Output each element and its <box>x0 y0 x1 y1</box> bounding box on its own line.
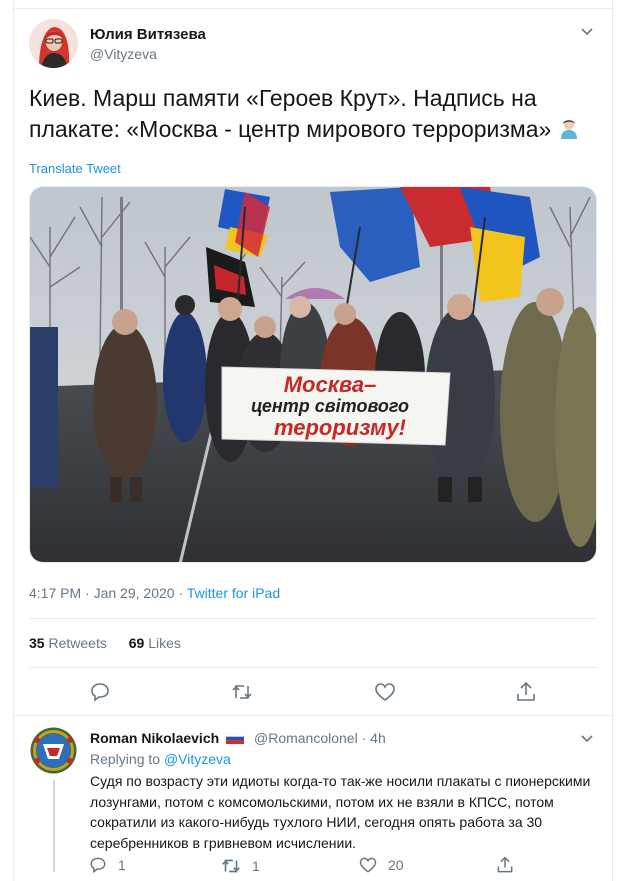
reply-text: Судя по возрасту эти идиоты когда-то так… <box>90 773 591 851</box>
meta-separator: · <box>178 585 184 601</box>
reply-retweet-button[interactable]: 1 <box>220 855 260 877</box>
retweets-stat[interactable]: 35 Retweets <box>29 635 107 651</box>
replying-mention-link[interactable]: @Vityzeva <box>164 751 231 767</box>
tweet-photo[interactable]: Москва– центр світового тероризму! <box>29 186 597 563</box>
reply-author[interactable]: Roman Nikolaevich <box>90 730 245 746</box>
tweet-date[interactable]: Jan 29, 2020 <box>94 585 175 601</box>
reply-icon <box>90 857 106 874</box>
reply-retweet-count: 1 <box>252 858 260 874</box>
tweet-text: Киев. Марш памяти «Героев Крут». Надпись… <box>29 83 599 147</box>
like-icon <box>359 857 377 873</box>
frame-right-border <box>612 0 613 881</box>
share-icon <box>497 856 513 873</box>
banner-line-3: тероризму! <box>274 415 406 440</box>
chevron-down-icon[interactable] <box>578 22 596 40</box>
person-facepalming-emoji-icon <box>558 120 580 142</box>
reply-reply-count: 1 <box>118 857 126 873</box>
reply-handle-row: @Romancolonel · 4h <box>254 730 386 746</box>
reply-like-count: 20 <box>388 857 404 873</box>
reply-reply-button[interactable]: 1 <box>88 855 126 875</box>
replying-to: Replying to @Vityzeva <box>90 751 231 767</box>
reply-avatar[interactable] <box>29 726 78 775</box>
avatar[interactable] <box>29 19 78 68</box>
author-handle[interactable]: @Vityzeva <box>90 46 157 62</box>
likes-count: 69 <box>128 635 145 651</box>
retweets-count: 35 <box>29 635 45 651</box>
frame-left-border <box>13 0 14 881</box>
retweet-icon <box>222 859 240 873</box>
author-display-name[interactable]: Юлия Витязева <box>90 26 206 43</box>
translate-tweet-link[interactable]: Translate Tweet <box>29 161 121 176</box>
tweet-stats: 35 Retweets 69 Likes <box>29 635 181 651</box>
reply-icon[interactable] <box>88 680 112 704</box>
retweets-label: Retweets <box>48 635 107 651</box>
banner-line-1: Москва– <box>284 372 377 397</box>
reply-display-name: Roman Nikolaevich <box>90 730 220 746</box>
reply-share-button[interactable] <box>495 855 525 875</box>
tweet-meta: 4:17 PM · Jan 29, 2020 · Twitter for iPa… <box>29 585 280 601</box>
tweet-time[interactable]: 4:17 PM <box>29 585 81 601</box>
thread-line <box>53 780 55 872</box>
meta-separator: · <box>85 585 90 601</box>
retweet-icon[interactable] <box>230 680 254 704</box>
like-icon[interactable] <box>373 680 397 704</box>
meta-separator: · <box>361 730 367 746</box>
tweet-source-link[interactable]: Twitter for iPad <box>187 585 280 601</box>
russia-flag-icon <box>225 731 245 744</box>
reply-age[interactable]: 4h <box>370 730 386 746</box>
top-divider <box>13 8 613 9</box>
share-icon[interactable] <box>514 680 538 704</box>
reply-handle[interactable]: @Romancolonel <box>254 730 358 746</box>
divider <box>29 667 597 668</box>
divider <box>13 715 613 716</box>
divider <box>29 618 597 619</box>
chevron-down-icon[interactable] <box>578 729 596 747</box>
banner-line-2: центр світового <box>251 396 409 416</box>
reply-like-button[interactable]: 20 <box>358 855 404 875</box>
tweet-body: Киев. Марш памяти «Героев Крут». Надпись… <box>29 85 552 142</box>
replying-prefix: Replying to <box>90 751 161 767</box>
likes-label: Likes <box>148 635 181 651</box>
likes-stat[interactable]: 69 Likes <box>129 635 181 651</box>
